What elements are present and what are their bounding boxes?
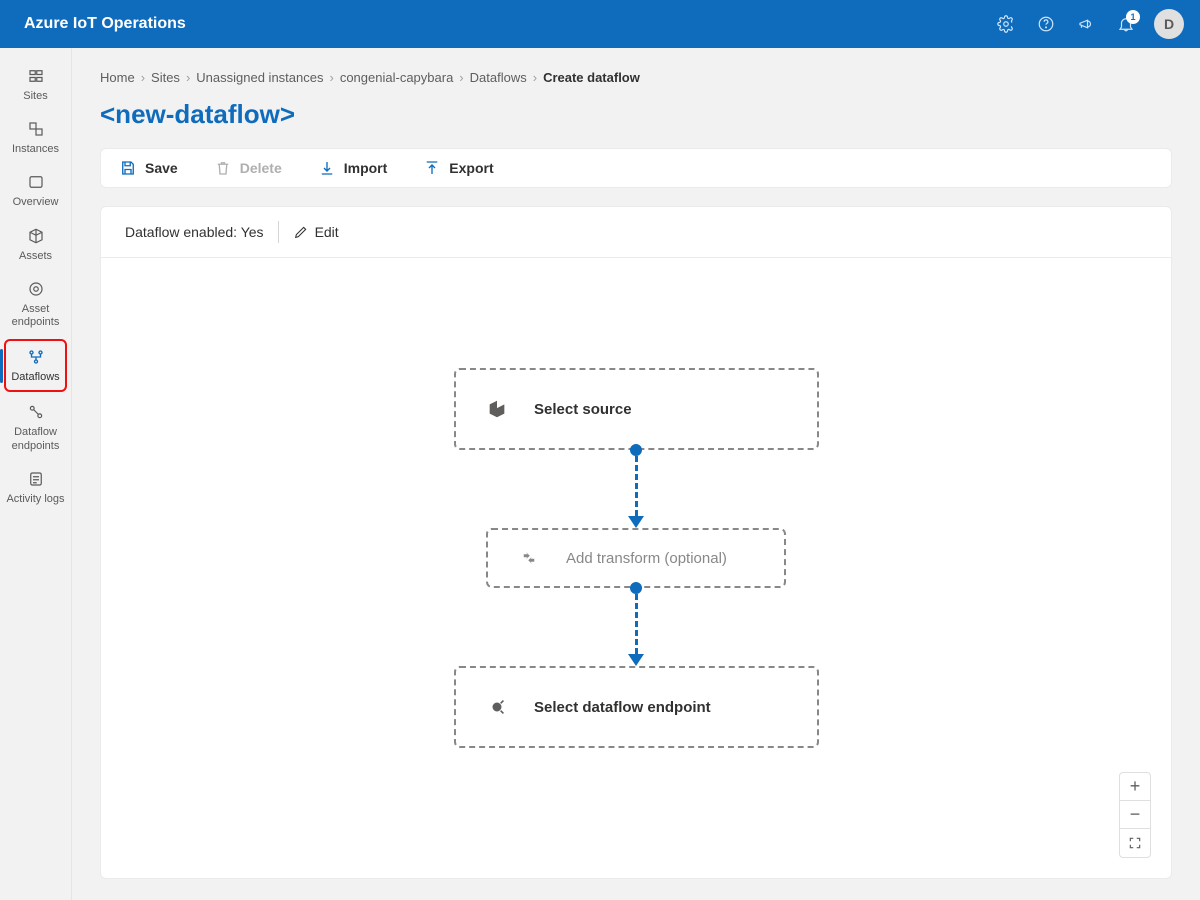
sidebar: Sites Instances Overview Assets Asset en… bbox=[0, 48, 72, 900]
sidebar-item-label: Asset endpoints bbox=[4, 303, 67, 329]
page-title: <new-dataflow> bbox=[100, 99, 1172, 130]
zoom-out-button[interactable]: − bbox=[1120, 801, 1150, 829]
sidebar-item-label: Sites bbox=[23, 90, 47, 103]
zoom-in-button[interactable]: + bbox=[1120, 773, 1150, 801]
sidebar-item-asset-endpoints[interactable]: Asset endpoints bbox=[0, 271, 71, 337]
breadcrumb-link[interactable]: Dataflows bbox=[470, 70, 527, 85]
transform-icon bbox=[518, 547, 540, 569]
breadcrumb-link[interactable]: Sites bbox=[151, 70, 180, 85]
select-source-node[interactable]: Select source bbox=[454, 368, 819, 450]
avatar[interactable]: D bbox=[1154, 9, 1184, 39]
sidebar-item-overview[interactable]: Overview bbox=[0, 164, 71, 217]
upload-icon bbox=[423, 159, 441, 177]
breadcrumb-link[interactable]: congenial-capybara bbox=[340, 70, 453, 85]
breadcrumb-link[interactable]: Home bbox=[100, 70, 135, 85]
sidebar-item-label: Activity logs bbox=[6, 493, 64, 506]
gear-icon bbox=[997, 15, 1015, 33]
node-label: Add transform (optional) bbox=[566, 550, 727, 567]
dataflow-enabled-bar: Dataflow enabled: Yes Edit bbox=[101, 207, 1171, 258]
sidebar-item-label: Dataflows bbox=[11, 371, 59, 384]
sidebar-item-assets[interactable]: Assets bbox=[0, 218, 71, 271]
product-name: Azure IoT Operations bbox=[24, 15, 986, 33]
cube-icon bbox=[486, 398, 508, 420]
sidebar-item-dataflow-endpoints[interactable]: Dataflow endpoints bbox=[0, 394, 71, 460]
megaphone-icon bbox=[1077, 15, 1095, 33]
breadcrumb: Home› Sites› Unassigned instances› conge… bbox=[100, 70, 1172, 85]
sites-icon bbox=[26, 66, 46, 86]
edit-button[interactable]: Edit bbox=[293, 224, 339, 240]
main-content: Home› Sites› Unassigned instances› conge… bbox=[72, 48, 1200, 900]
sidebar-item-sites[interactable]: Sites bbox=[0, 58, 71, 111]
save-button[interactable]: Save bbox=[119, 159, 178, 177]
connector bbox=[628, 588, 644, 666]
trash-icon bbox=[214, 159, 232, 177]
sidebar-item-dataflows[interactable]: Dataflows bbox=[4, 339, 67, 392]
sidebar-item-activity-logs[interactable]: Activity logs bbox=[0, 461, 71, 514]
node-label: Select dataflow endpoint bbox=[534, 699, 711, 716]
sidebar-item-instances[interactable]: Instances bbox=[0, 111, 71, 164]
zoom-fit-button[interactable] bbox=[1120, 829, 1150, 857]
connector bbox=[628, 450, 644, 528]
notification-badge: 1 bbox=[1126, 10, 1140, 24]
zoom-controls: + − bbox=[1119, 772, 1151, 858]
notifications-button[interactable]: 1 bbox=[1106, 4, 1146, 44]
sidebar-item-label: Overview bbox=[13, 196, 59, 209]
dataflow-endpoints-icon bbox=[26, 402, 46, 422]
import-button[interactable]: Import bbox=[318, 159, 388, 177]
node-label: Select source bbox=[534, 401, 632, 418]
breadcrumb-current: Create dataflow bbox=[543, 70, 640, 85]
instances-icon bbox=[26, 119, 46, 139]
sidebar-item-label: Instances bbox=[12, 143, 59, 156]
help-icon bbox=[1037, 15, 1055, 33]
dataflows-icon bbox=[26, 347, 46, 367]
select-endpoint-node[interactable]: Select dataflow endpoint bbox=[454, 666, 819, 748]
download-icon bbox=[318, 159, 336, 177]
endpoint-icon bbox=[486, 696, 508, 718]
settings-button[interactable] bbox=[986, 4, 1026, 44]
sidebar-item-label: Dataflow endpoints bbox=[4, 426, 67, 452]
asset-endpoints-icon bbox=[26, 279, 46, 299]
activity-logs-icon bbox=[26, 469, 46, 489]
export-button[interactable]: Export bbox=[423, 159, 493, 177]
help-button[interactable] bbox=[1026, 4, 1066, 44]
dataflow-enabled-label: Dataflow enabled: Yes bbox=[125, 224, 264, 240]
delete-button: Delete bbox=[214, 159, 282, 177]
fit-icon bbox=[1128, 836, 1142, 850]
feedback-button[interactable] bbox=[1066, 4, 1106, 44]
assets-icon bbox=[26, 226, 46, 246]
save-icon bbox=[119, 159, 137, 177]
toolbar: Save Delete Import Export bbox=[100, 148, 1172, 188]
pencil-icon bbox=[293, 224, 309, 240]
add-transform-node[interactable]: Add transform (optional) bbox=[486, 528, 786, 588]
dataflow-canvas[interactable]: Select source Add transform (optional) bbox=[101, 258, 1171, 878]
sidebar-item-label: Assets bbox=[19, 250, 52, 263]
breadcrumb-link[interactable]: Unassigned instances bbox=[196, 70, 323, 85]
top-bar: Azure IoT Operations 1 D bbox=[0, 0, 1200, 48]
dataflow-canvas-card: Dataflow enabled: Yes Edit Select source bbox=[100, 206, 1172, 879]
overview-icon bbox=[26, 172, 46, 192]
